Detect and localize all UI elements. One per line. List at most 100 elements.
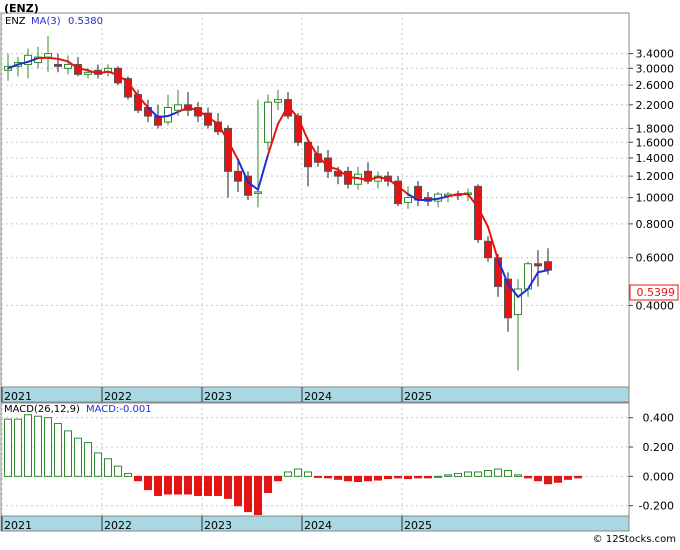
symbol-title: (ENZ) (4, 2, 39, 15)
macd-bar (205, 476, 212, 495)
macd-bar (575, 476, 582, 477)
macd-bar (145, 476, 152, 489)
macd-bar (235, 476, 242, 505)
macd-year-label: 2023 (204, 519, 232, 532)
macd-tick-label: 0.000 (643, 470, 675, 483)
macd-bar (395, 476, 402, 477)
candle-body (235, 171, 242, 181)
macd-bar (105, 459, 112, 477)
macd-bar (375, 476, 382, 480)
price-tick-label: 0.6000 (636, 252, 675, 265)
macd-bar (565, 476, 572, 479)
macd-bar (195, 476, 202, 495)
macd-year-label: 2024 (304, 519, 332, 532)
price-year-label: 2022 (104, 390, 132, 403)
candle-body (85, 72, 92, 74)
macd-bar (505, 471, 512, 477)
macd-bar (355, 476, 362, 481)
macd-bar (45, 418, 52, 477)
macd-tick-label: 0.200 (643, 441, 675, 454)
macd-bar (115, 466, 122, 476)
candle-body (275, 100, 282, 103)
macd-bar (535, 476, 542, 480)
ma-segment (158, 116, 168, 117)
macd-bar (175, 476, 182, 494)
ma-segment (428, 199, 438, 200)
macd-bar (285, 472, 292, 476)
macd-bar (465, 472, 472, 476)
candle-body (265, 102, 272, 142)
macd-bar (555, 476, 562, 482)
price-tick-label: 0.8000 (636, 218, 675, 231)
macd-bar (275, 476, 282, 480)
macd-year-label: 2021 (4, 519, 32, 532)
macd-bar (525, 476, 532, 477)
macd-bar (215, 476, 222, 495)
macd-bar (455, 473, 462, 476)
macd-bar (35, 416, 42, 476)
ma-legend-value: 0.5380 (68, 16, 103, 27)
macd-bar (155, 476, 162, 495)
macd-bar (265, 476, 272, 492)
candle-body (545, 262, 552, 270)
macd-legend: MACD(26,12,9) (4, 404, 80, 415)
macd-bar (495, 469, 502, 476)
macd-bar (255, 476, 262, 514)
chart-canvas: 3.40003.00002.60002.20001.80001.60001.40… (0, 0, 680, 546)
macd-bar (15, 419, 22, 476)
candle-body (255, 192, 262, 194)
price-tick-label: 1.8000 (636, 122, 675, 135)
price-tick-label: 1.4000 (636, 152, 675, 165)
macd-bar (415, 476, 422, 477)
macd-bar (475, 472, 482, 476)
macd-bar (385, 476, 392, 478)
macd-bar (295, 469, 302, 476)
price-legend: ENZ (5, 16, 26, 27)
price-tick-label: 1.0000 (636, 192, 675, 205)
price-tick-label: 2.6000 (636, 79, 675, 92)
macd-bar (435, 476, 442, 477)
macd-bar (125, 473, 132, 476)
macd-value-legend: MACD:-0.001 (86, 404, 152, 415)
macd-bar (135, 476, 142, 480)
candle-body (65, 64, 72, 68)
candle-body (535, 264, 542, 266)
price-year-label: 2021 (4, 390, 32, 403)
macd-year-label: 2025 (404, 519, 432, 532)
last-price-badge: 0.5399 (637, 286, 676, 299)
macd-tick-label: 0.400 (643, 412, 675, 425)
macd-bar (5, 419, 12, 476)
candle-body (45, 54, 52, 58)
macd-bar (515, 475, 522, 476)
price-tick-label: 1.6000 (636, 136, 675, 149)
macd-bar (485, 471, 492, 477)
macd-bar (85, 443, 92, 477)
macd-bar (245, 476, 252, 511)
ma-legend: MA(3) (31, 16, 61, 27)
price-tick-label: 0.4000 (636, 299, 675, 312)
macd-bar (405, 476, 412, 478)
macd-bar (545, 476, 552, 483)
candle-body (405, 198, 412, 203)
price-year-label: 2024 (304, 390, 332, 403)
price-panel-frame (1, 13, 629, 387)
macd-year-label: 2022 (104, 519, 132, 532)
macd-bar (365, 476, 372, 480)
macd-bar (305, 472, 312, 476)
macd-bar (335, 476, 342, 479)
macd-bar (225, 476, 232, 498)
price-year-label: 2025 (404, 390, 432, 403)
candle-body (175, 105, 182, 110)
price-tick-label: 3.0000 (636, 62, 675, 75)
macd-bar (315, 476, 322, 477)
price-candle (265, 95, 272, 150)
macd-bar (425, 476, 432, 477)
ma-segment (348, 177, 358, 178)
macd-tick-label: -0.200 (639, 500, 674, 513)
macd-bar (65, 431, 72, 476)
ma-segment (48, 58, 58, 59)
candle-body (55, 64, 62, 66)
macd-bar (185, 476, 192, 494)
macd-bar (445, 475, 452, 476)
macd-bar (345, 476, 352, 480)
